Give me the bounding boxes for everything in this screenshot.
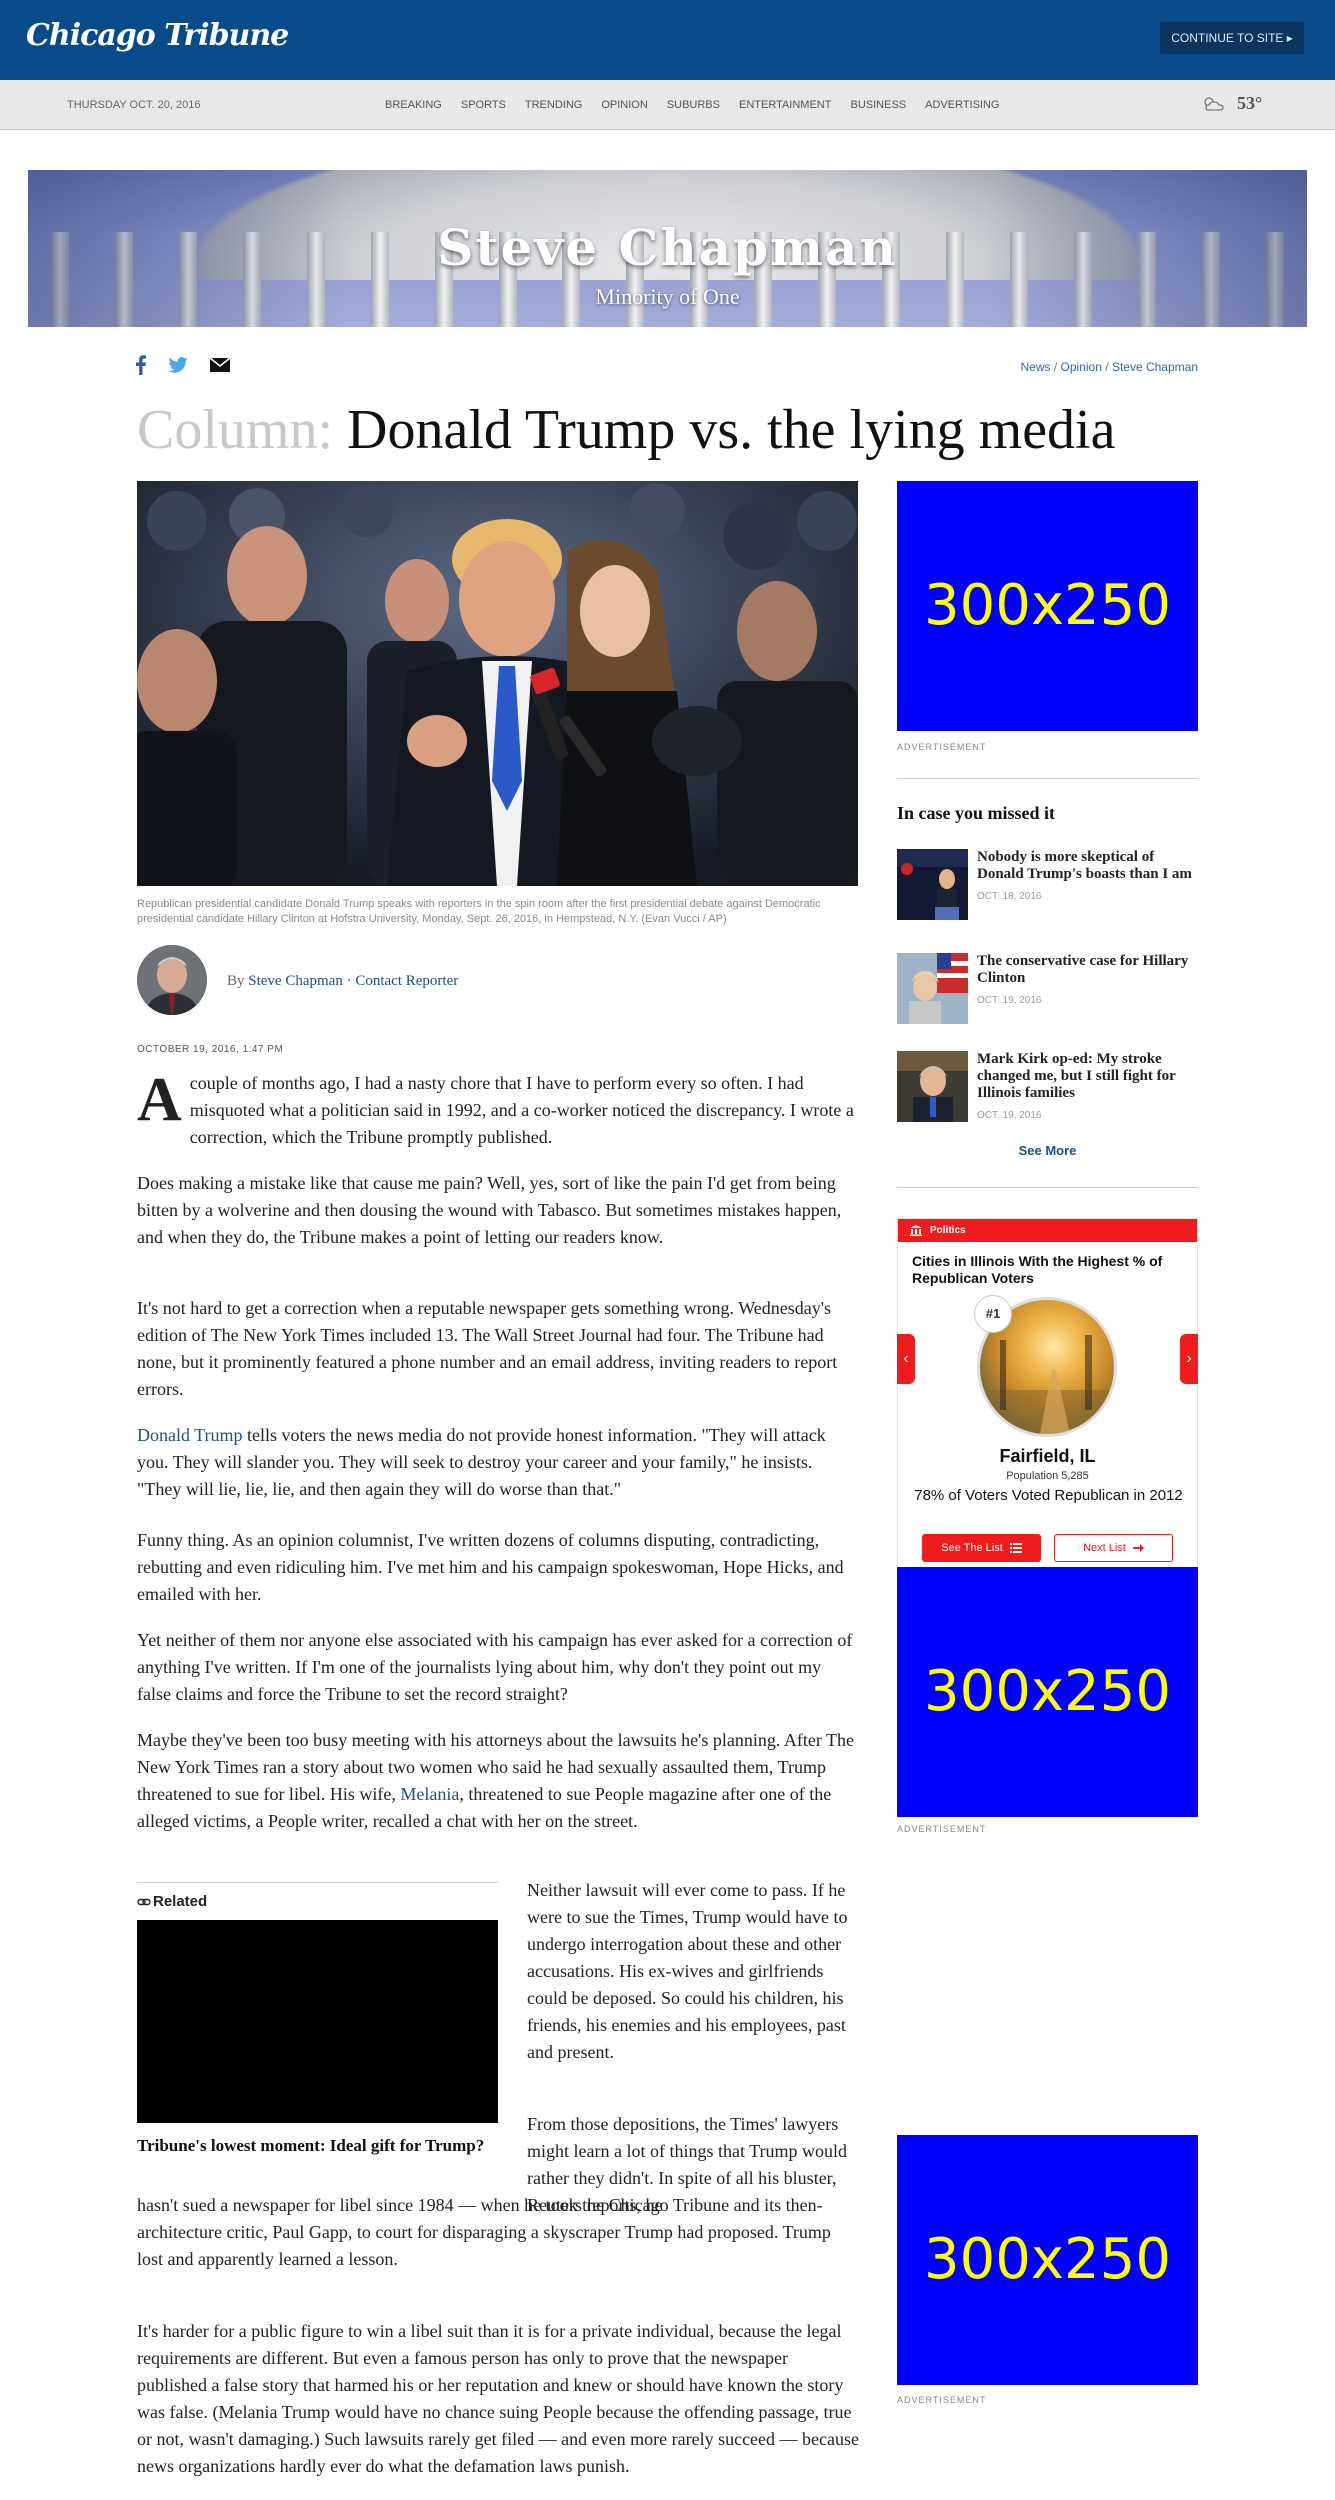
column-banner: Steve Chapman Minority of One (28, 170, 1307, 327)
share-bar (136, 355, 230, 375)
widget-header: Politics (898, 1219, 1197, 1242)
contact-reporter-link[interactable]: Contact Reporter (355, 973, 458, 989)
missed-item-thumbnail (897, 953, 968, 1024)
ad-label: ADVERTISEMENT (897, 742, 987, 752)
widget-question: Cities in Illinois With the Highest % of… (912, 1253, 1163, 1286)
breadcrumb: News / Opinion / Steve Chapman (1020, 360, 1198, 374)
article-paragraph: It's not hard to get a correction when a… (137, 1298, 838, 1399)
ad-slot[interactable]: 300x250 (897, 1567, 1198, 1817)
see-the-list-button[interactable]: See The List (922, 1534, 1041, 1562)
article-paragraph: A couple of months ago, I had a nasty ch… (137, 1066, 854, 1147)
arrow-right-icon (1132, 1544, 1144, 1553)
article-paragraph: Maybe they've been too busy meeting with… (137, 1730, 855, 1831)
missed-item-title: Mark Kirk op-ed: My stroke changed me, b… (977, 1051, 1198, 1124)
nav-link-business[interactable]: BUSINESS (850, 99, 906, 111)
nav-link-sports[interactable]: SPORTS (461, 99, 506, 111)
melania-link[interactable]: Melania (400, 1784, 459, 1804)
article-paragraph: Neither lawsuit will ever come to pass. … (527, 1880, 848, 2062)
author-avatar[interactable] (137, 945, 207, 1015)
missed-item-title: Nobody is more skeptical of Donald Trump… (977, 849, 1198, 905)
weather-temp: 53° (1237, 93, 1263, 113)
missed-item-thumbnail (897, 1051, 968, 1122)
missed-item[interactable]: Mark Kirk op-ed: My stroke changed me, b… (897, 1051, 1198, 1123)
nav-date: THURSDAY OCT. 20, 2016 (67, 99, 201, 111)
missed-it-heading: In case you missed it (897, 803, 1056, 823)
twitter-icon[interactable] (168, 357, 188, 373)
see-more-link[interactable]: See More (897, 1143, 1198, 1158)
link-icon (137, 1898, 151, 1906)
column-subtitle: Minority of One (595, 284, 740, 309)
donald-trump-link[interactable]: Donald Trump (137, 1425, 243, 1445)
photo-caption: Republican presidential candidate Donald… (137, 898, 821, 925)
breadcrumb-opinion[interactable]: Opinion (1061, 360, 1102, 374)
nav-link-suburbs[interactable]: SUBURBS (667, 99, 720, 111)
continue-to-site-button[interactable]: CONTINUE TO SITE ▸ (1160, 22, 1304, 54)
ad-slot[interactable]: 300x250 (897, 2135, 1198, 2385)
weather-widget[interactable]: 53° (1201, 93, 1262, 114)
next-arrow-button[interactable]: › (1180, 1334, 1198, 1384)
related-label: Related (137, 1893, 498, 1910)
breadcrumb-news[interactable]: News (1021, 360, 1051, 374)
ad-label: ADVERTISEMENT (897, 1824, 987, 1834)
article-paragraph: It's harder for a public figure to win a… (137, 2321, 859, 2476)
building-icon (910, 1225, 922, 1236)
missed-item-date: OCT. 18, 2016 (977, 891, 1042, 902)
publish-date: OCTOBER 19, 2016, 1:47 PM (137, 1044, 284, 1055)
facebook-icon[interactable] (136, 355, 146, 375)
ad-label: ADVERTISEMENT (897, 2395, 987, 2405)
drop-cap: A (137, 1066, 182, 1134)
related-article-link[interactable]: Tribune's lowest moment: Ideal gift for … (137, 2135, 498, 2157)
list-icon (1009, 1543, 1022, 1554)
article-headline: Column: Donald Trump vs. the lying media (137, 398, 1115, 462)
nav-link-breaking[interactable]: BREAKING (385, 99, 442, 111)
divider (897, 1187, 1198, 1188)
nav-link-trending[interactable]: TRENDING (525, 99, 582, 111)
nav-link-advertising[interactable]: ADVERTISING (925, 99, 999, 111)
site-logo[interactable]: Chicago Tribune (26, 18, 289, 53)
city-stat: 78% of Voters Voted Republican in 2012 (914, 1487, 1183, 1504)
email-icon[interactable] (210, 358, 230, 372)
politics-widget: Politics Cities in Illinois With the Hig… (897, 1218, 1198, 1569)
missed-item[interactable]: The conservative case for Hillary Clinto… (897, 953, 1198, 1025)
nav-links: BREAKING SPORTS TRENDING OPINION SUBURBS… (385, 99, 1000, 111)
missed-item-title: The conservative case for Hillary Clinto… (977, 953, 1198, 1009)
cloud-sun-icon (1204, 96, 1224, 111)
rank-badge: #1 (974, 1295, 1012, 1333)
city-population: Population 5,285 (1006, 1470, 1089, 1482)
nav-bar: THURSDAY OCT. 20, 2016 BREAKING SPORTS T… (0, 80, 1335, 130)
article-paragraph: Yet neither of them nor anyone else asso… (137, 1630, 853, 1704)
nav-link-opinion[interactable]: OPINION (601, 99, 647, 111)
article-paragraph: hasn't sued a newspaper for libel since … (137, 2195, 831, 2269)
missed-item-thumbnail (897, 849, 968, 920)
divider (897, 778, 1198, 779)
columnist-name: Steve Chapman (437, 218, 898, 277)
city-name: Fairfield, IL (999, 1446, 1096, 1466)
site-header: Chicago Tribune CONTINUE TO SITE ▸ (0, 0, 1335, 80)
lead-photo[interactable] (137, 481, 858, 886)
ad-slot[interactable]: 300x250 (897, 481, 1198, 731)
headline-kicker: Column: (137, 399, 334, 461)
headline-text: Donald Trump vs. the lying media (347, 399, 1116, 461)
related-box: Related Tribune's lowest moment: Ideal g… (137, 1882, 498, 2157)
missed-item-date: OCT. 19, 2016 (977, 1110, 1042, 1121)
article-paragraph: Donald Trump tells voters the news media… (137, 1425, 826, 1499)
next-list-button[interactable]: Next List (1054, 1534, 1173, 1562)
breadcrumb-author[interactable]: Steve Chapman (1112, 360, 1198, 374)
nav-link-entertainment[interactable]: ENTERTAINMENT (739, 99, 832, 111)
prev-arrow-button[interactable]: ‹ (897, 1334, 915, 1384)
press-scrum-image (137, 481, 858, 886)
article-paragraph: Does making a mistake like that cause me… (137, 1173, 842, 1247)
related-video-player[interactable] (137, 1920, 498, 2123)
missed-item-date: OCT. 19, 2016 (977, 995, 1042, 1006)
author-link[interactable]: Steve Chapman (248, 973, 343, 989)
article-paragraph: Funny thing. As an opinion columnist, I'… (137, 1530, 844, 1604)
missed-item[interactable]: Nobody is more skeptical of Donald Trump… (897, 849, 1198, 921)
byline: By Steve Chapman · Contact Reporter (227, 973, 459, 989)
